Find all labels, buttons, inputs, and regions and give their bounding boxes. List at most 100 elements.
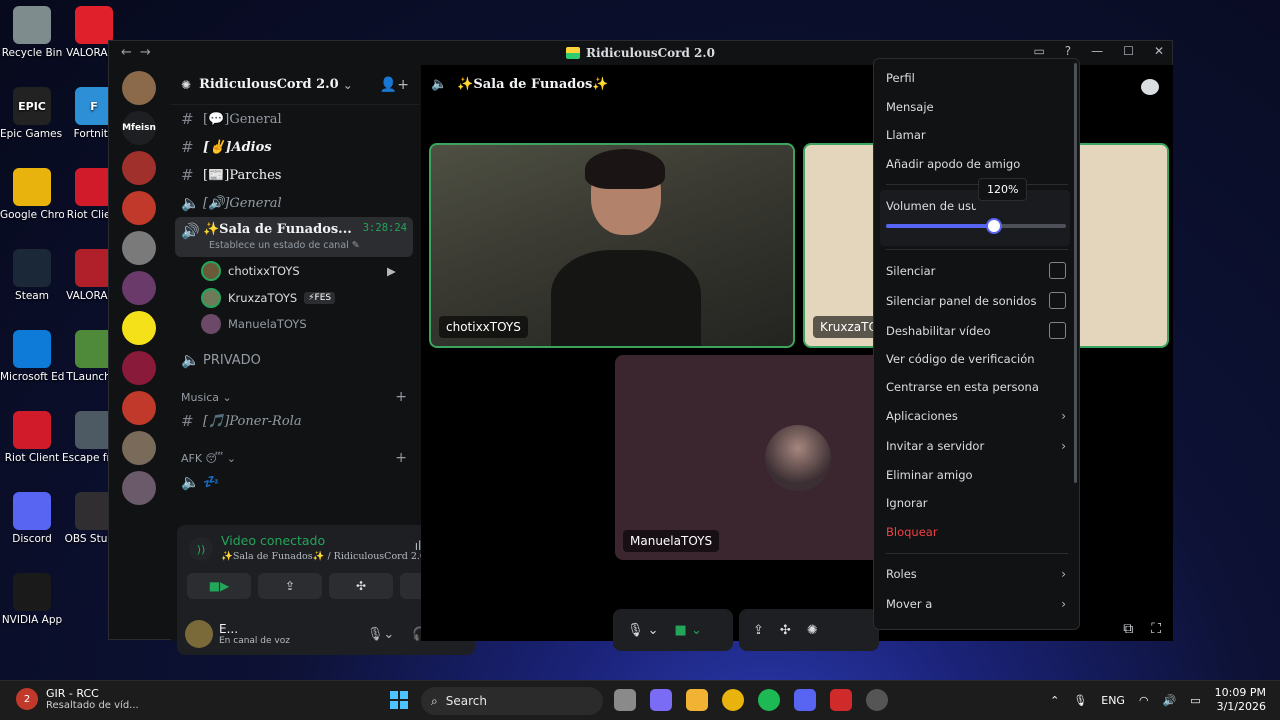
- volume-slider[interactable]: [886, 218, 1066, 234]
- server-icon[interactable]: [122, 471, 156, 505]
- activities-button[interactable]: ✣: [329, 573, 393, 599]
- desktop-icon[interactable]: NVIDIA App: [0, 573, 64, 627]
- start-button[interactable]: [390, 691, 408, 709]
- channel-status-hint[interactable]: Establece un estado de canal ✎: [209, 240, 360, 251]
- desktop-icon[interactable]: Riot Client: [0, 411, 64, 465]
- avatar[interactable]: [185, 620, 213, 648]
- server-icon[interactable]: [122, 271, 156, 305]
- clock[interactable]: 10:09 PM 3/1/2026: [1215, 686, 1266, 714]
- minimize-button[interactable]: —: [1091, 44, 1103, 58]
- server-icon[interactable]: [122, 391, 156, 425]
- menu-divider: [886, 184, 1068, 185]
- server-icon[interactable]: [122, 151, 156, 185]
- menu-item-silenciar[interactable]: Silenciar: [886, 262, 1066, 279]
- taskbar-notification[interactable]: 2 GIR - RCC Resaltado de víd...: [16, 687, 139, 711]
- desktop-icon[interactable]: Microsoft Edge: [0, 330, 64, 384]
- file-explorer-icon[interactable]: [686, 689, 708, 711]
- voice-channel-afk[interactable]: 🔈 💤: [175, 468, 413, 496]
- menu-item-deshabilitar-video[interactable]: Deshabilitar vídeo: [886, 322, 1066, 339]
- battery-icon[interactable]: ▭: [1190, 694, 1200, 707]
- inbox-icon[interactable]: ▭: [1033, 44, 1044, 58]
- menu-item-silenciar-sonidos[interactable]: Silenciar panel de sonidos: [886, 292, 1066, 309]
- voice-channel-private[interactable]: 🔈 PRIVADO: [175, 346, 413, 374]
- microphone-icon[interactable]: 🎙⌄: [367, 627, 394, 642]
- microphone-icon[interactable]: 🎙 ⌄: [627, 623, 659, 638]
- wifi-icon[interactable]: ◠: [1139, 694, 1149, 707]
- desktop-icon[interactable]: EPICEpic Games Launcher: [0, 87, 64, 141]
- add-channel-icon[interactable]: +: [395, 450, 407, 466]
- menu-item-mensaje[interactable]: Mensaje: [886, 100, 1066, 114]
- volume-icon[interactable]: 🔊: [1163, 694, 1177, 707]
- fullscreen-icon[interactable]: ⛶: [1151, 621, 1161, 637]
- discord-icon[interactable]: [794, 689, 816, 711]
- video-tile[interactable]: chotixxTOYS: [429, 143, 795, 348]
- voice-user[interactable]: chotixxTOYS ▶: [201, 259, 396, 283]
- language-indicator[interactable]: ENG: [1101, 694, 1125, 707]
- chat-icon[interactable]: [1141, 79, 1159, 95]
- help-icon[interactable]: ?: [1065, 44, 1071, 58]
- volume-knob[interactable]: [986, 218, 1002, 234]
- voice-user[interactable]: KruxzaTOYS ⚡FES: [201, 286, 336, 310]
- voice-channel-general[interactable]: 🔈 [🔊]General: [175, 189, 413, 217]
- riot-icon[interactable]: [866, 689, 888, 711]
- voice-channel-name[interactable]: ✨Sala de Funados✨ / RidiculousCord 2.0: [221, 551, 426, 562]
- channel-general[interactable]: # [💬]General: [175, 105, 413, 133]
- menu-item-ignorar[interactable]: Ignorar: [886, 496, 1066, 510]
- server-icon[interactable]: [122, 71, 156, 105]
- server-header[interactable]: ✺ RidiculousCord 2.0 ⌄ 👤+: [171, 65, 419, 105]
- nav-arrows[interactable]: ←→: [121, 45, 159, 60]
- checkbox[interactable]: [1049, 292, 1066, 309]
- screenshare-button[interactable]: ⇪: [258, 573, 322, 599]
- menu-item-centrarse[interactable]: Centrarse en esta persona: [886, 380, 1066, 394]
- camera-toggle-icon[interactable]: ■ ⌄: [675, 623, 702, 638]
- chevron-up-icon[interactable]: ⌃: [1050, 694, 1059, 707]
- activities-icon[interactable]: ✣: [780, 623, 791, 638]
- server-icon[interactable]: [122, 351, 156, 385]
- server-icon[interactable]: Mfeisn: [122, 111, 156, 145]
- signal-icon[interactable]: )): [189, 537, 213, 561]
- copilot-icon[interactable]: [650, 689, 672, 711]
- checkbox[interactable]: [1049, 322, 1066, 339]
- voice-user[interactable]: ManuelaTOYS: [201, 312, 307, 336]
- desktop-icon[interactable]: Steam: [0, 249, 64, 303]
- menu-item-verificacion[interactable]: Ver código de verificación: [886, 352, 1066, 366]
- desktop-icon[interactable]: Recycle Bin: [0, 6, 64, 60]
- maximize-button[interactable]: ☐: [1123, 44, 1134, 58]
- microphone-icon[interactable]: 🎙: [1073, 694, 1087, 707]
- task-view-icon[interactable]: [614, 689, 636, 711]
- server-icon[interactable]: [122, 231, 156, 265]
- taskbar-search[interactable]: ⌕ Search: [421, 687, 603, 715]
- channel-poner-rola[interactable]: # [🎵]Poner-Rola: [175, 407, 413, 435]
- menu-item-llamar[interactable]: Llamar: [886, 128, 1066, 142]
- menu-item-roles[interactable]: Roles ›: [886, 567, 1066, 581]
- add-channel-icon[interactable]: +: [395, 389, 407, 405]
- checkbox[interactable]: [1049, 262, 1066, 279]
- category-musica[interactable]: Musica ⌄: [181, 391, 232, 404]
- menu-item-eliminar-amigo[interactable]: Eliminar amigo: [886, 468, 1066, 482]
- chrome-icon[interactable]: [722, 689, 744, 711]
- menu-item-mover[interactable]: Mover a ›: [886, 597, 1066, 611]
- menu-scrollbar[interactable]: [1074, 63, 1077, 483]
- screenshare-icon[interactable]: ⇪: [753, 623, 764, 638]
- invite-icon[interactable]: 👤+: [380, 77, 409, 93]
- desktop-icon[interactable]: Discord: [0, 492, 64, 546]
- server-icon[interactable]: [122, 431, 156, 465]
- camera-button[interactable]: ■▶: [187, 573, 251, 599]
- channel-parches[interactable]: # [📰]Parches: [175, 161, 413, 189]
- server-icon[interactable]: [122, 191, 156, 225]
- menu-item-apodo[interactable]: Añadir apodo de amigo: [886, 157, 1066, 171]
- menu-item-perfil[interactable]: Perfil: [886, 71, 1066, 85]
- server-icon[interactable]: [122, 311, 156, 345]
- voice-channel-active[interactable]: 🔊 ✨Sala de Funados... 3:28:24 Establece …: [175, 217, 413, 257]
- soundboard-icon[interactable]: ✺: [807, 623, 818, 638]
- menu-item-invitar[interactable]: Invitar a servidor ›: [886, 439, 1066, 453]
- launcher-icon[interactable]: [830, 689, 852, 711]
- spotify-icon[interactable]: [758, 689, 780, 711]
- close-button[interactable]: ✕: [1154, 44, 1164, 58]
- desktop-icon[interactable]: Google Chrome: [0, 168, 64, 222]
- menu-item-bloquear[interactable]: Bloquear: [886, 525, 1066, 539]
- popout-icon[interactable]: ⧉: [1123, 621, 1133, 637]
- menu-item-aplicaciones[interactable]: Aplicaciones ›: [886, 409, 1066, 423]
- category-afk[interactable]: AFK 😴 ⌄: [181, 452, 236, 465]
- channel-adios[interactable]: # [✌️]Adios: [175, 133, 413, 161]
